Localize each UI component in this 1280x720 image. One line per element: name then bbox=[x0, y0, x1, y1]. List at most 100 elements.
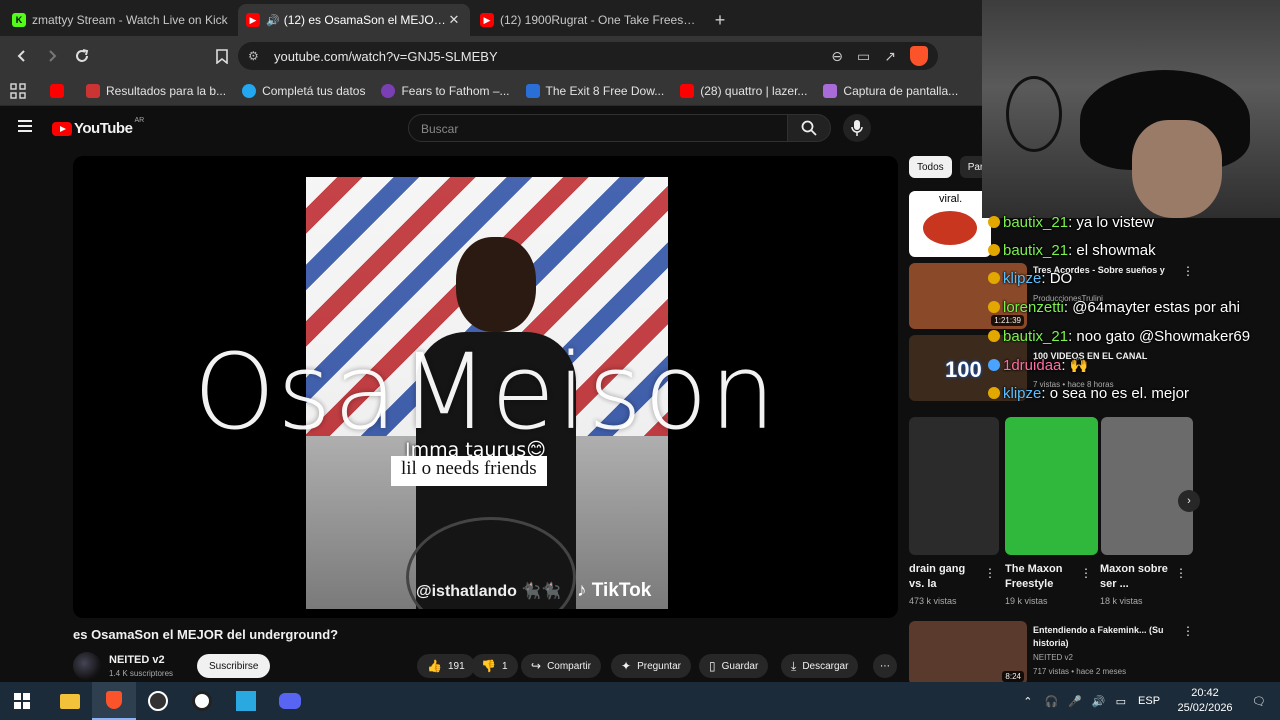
share-icon[interactable]: ↗ bbox=[884, 48, 896, 65]
sparkle-icon: ✦ bbox=[621, 659, 632, 673]
search-button[interactable] bbox=[787, 114, 831, 142]
short-title[interactable]: drain gang vs. la bbox=[909, 562, 979, 592]
bookmark-item[interactable]: Fears to Fathom –... bbox=[381, 83, 510, 98]
sub-badge-icon bbox=[988, 359, 1000, 371]
thumbs-up-icon: 👍 bbox=[427, 659, 442, 673]
suggestion-title[interactable]: Entendiendo a Fakemink... (Su historia) bbox=[1033, 624, 1173, 650]
bookmark-item[interactable]: Captura de pantalla... bbox=[823, 83, 958, 98]
language-indicator[interactable]: ESP bbox=[1138, 695, 1160, 707]
more-actions-button[interactable]: ⋯ bbox=[873, 654, 897, 678]
more-icon: ⋯ bbox=[880, 660, 890, 672]
brave-button[interactable] bbox=[92, 682, 136, 720]
start-button[interactable] bbox=[0, 682, 44, 720]
chat-message: bautix_21: noo gato @Showmaker69 bbox=[988, 328, 1250, 345]
voice-search-button[interactable] bbox=[843, 114, 871, 142]
mic-icon[interactable]: 🎤 bbox=[1068, 695, 1082, 708]
more-icon[interactable]: ⋮ bbox=[984, 566, 996, 580]
subscribe-button[interactable]: Suscribirse bbox=[197, 654, 271, 678]
short-thumbnail[interactable] bbox=[909, 417, 999, 555]
tab-youtube-active[interactable]: ▶ 🔊 (12) es OsamaSon el MEJOR del underg… bbox=[238, 4, 470, 36]
more-icon[interactable]: ⋮ bbox=[1175, 566, 1187, 580]
bookmark-item[interactable]: Resultados para la b... bbox=[86, 83, 226, 98]
filter-chips: Todos Par bbox=[909, 156, 992, 178]
avatar[interactable] bbox=[73, 652, 101, 680]
short-views: 18 k vistas bbox=[1100, 596, 1143, 606]
volume-icon[interactable]: 🔊 bbox=[1092, 695, 1106, 708]
more-icon[interactable]: ⋮ bbox=[1182, 624, 1194, 638]
reload-button[interactable] bbox=[68, 42, 96, 70]
download-button[interactable]: ⤓ Descargar bbox=[781, 654, 859, 678]
network-icon[interactable]: ▭ bbox=[1116, 695, 1126, 708]
bookmark-item[interactable] bbox=[50, 83, 70, 98]
short-thumbnail[interactable] bbox=[1101, 417, 1193, 555]
google-icon bbox=[86, 83, 100, 98]
clock-date: 25/02/2026 bbox=[1177, 702, 1233, 714]
share-button[interactable]: ↪ Compartir bbox=[521, 654, 601, 678]
tab-strip: K zmattyy Stream - Watch Live on Kick ▶ … bbox=[0, 0, 982, 36]
bookmark-item[interactable]: The Exit 8 Free Dow... bbox=[525, 83, 664, 98]
new-tab-button[interactable]: + bbox=[706, 4, 734, 36]
short-thumbnail[interactable] bbox=[1005, 417, 1098, 555]
search-icon bbox=[801, 120, 817, 136]
more-icon[interactable]: ⋮ bbox=[1080, 566, 1092, 580]
menu-icon[interactable] bbox=[18, 120, 32, 132]
download-site-icon bbox=[525, 83, 540, 98]
tiktok-icon: ♪ bbox=[577, 580, 592, 601]
youtube-icon bbox=[680, 83, 695, 98]
like-button[interactable]: 👍 191 bbox=[417, 654, 475, 678]
headset-icon[interactable]: 🎧 bbox=[1045, 695, 1059, 708]
address-bar[interactable]: ⚙ youtube.com/watch?v=GNJ5-SLMEBY ⊖ ▭ ↗ bbox=[238, 42, 938, 70]
short-views: 473 k vistas bbox=[909, 596, 957, 606]
site-settings-icon[interactable]: ⚙ bbox=[248, 49, 274, 63]
bookmarks-bar: Resultados para la b... Completá tus dat… bbox=[0, 76, 982, 106]
obs-icon bbox=[148, 691, 168, 711]
tab-youtube[interactable]: ▶ (12) 1900Rugrat - One Take Freestyle bbox=[472, 4, 704, 36]
bookmark-item[interactable]: Completá tus datos bbox=[242, 83, 365, 98]
chip-all[interactable]: Todos bbox=[909, 156, 952, 178]
youtube-logo[interactable]: YouTube AR bbox=[52, 117, 144, 137]
zoom-icon[interactable]: ⊖ bbox=[831, 48, 843, 65]
system-clock[interactable]: 20:42 25/02/2026 bbox=[1168, 686, 1242, 716]
file-explorer-button[interactable] bbox=[48, 682, 92, 720]
cake-shape bbox=[923, 211, 977, 245]
short-title[interactable]: The Maxon Freestyle bbox=[1005, 562, 1075, 592]
back-button[interactable] bbox=[8, 42, 36, 70]
bookmark-item[interactable]: (28) quattro | lazer... bbox=[680, 83, 807, 98]
suggestion-channel: NEITED v2 bbox=[1033, 653, 1074, 662]
forward-button[interactable] bbox=[38, 42, 66, 70]
obs-button[interactable] bbox=[136, 682, 180, 720]
speaker-icon[interactable]: 🔊 bbox=[266, 14, 280, 27]
feather-icon bbox=[823, 83, 838, 98]
cast-icon[interactable]: ▭ bbox=[857, 48, 870, 65]
sub-badge-icon bbox=[988, 216, 1000, 228]
bookmark-icon[interactable] bbox=[208, 42, 236, 70]
tab-title: zmattyy Stream - Watch Live on Kick bbox=[32, 13, 228, 27]
bookmark-icon: ▯ bbox=[709, 659, 716, 673]
app-button[interactable] bbox=[224, 682, 268, 720]
dislike-button[interactable]: 👎 1 bbox=[471, 654, 518, 678]
youtube-header: YouTube AR Buscar bbox=[0, 106, 982, 150]
circle-icon bbox=[242, 83, 257, 98]
channel-name[interactable]: NEITED v2 bbox=[109, 654, 165, 666]
close-tab-icon[interactable]: ✕ bbox=[446, 12, 462, 28]
brave-shield-icon[interactable] bbox=[910, 46, 928, 66]
ask-button[interactable]: ✦ Preguntar bbox=[611, 654, 691, 678]
notification-icon[interactable]: 🗨 bbox=[1252, 695, 1266, 708]
suggestion-thumbnail[interactable]: 8:24 bbox=[909, 621, 1027, 685]
video-duration: 8:24 bbox=[1002, 671, 1024, 682]
short-title[interactable]: Maxon sobre ser ... bbox=[1100, 562, 1172, 592]
tab-kick[interactable]: K zmattyy Stream - Watch Live on Kick bbox=[4, 4, 236, 36]
search-input[interactable]: Buscar bbox=[408, 114, 788, 142]
video-player[interactable]: OsaMeison Imma taurus😊 lil o needs frien… bbox=[73, 156, 898, 618]
discord-button[interactable] bbox=[268, 682, 312, 720]
short-views: 19 k vistas bbox=[1005, 596, 1048, 606]
chevron-up-icon[interactable]: ⌃ bbox=[1023, 695, 1032, 708]
chat-message: 1druidaa: 🙌 bbox=[988, 356, 1088, 374]
save-button[interactable]: ▯ Guardar bbox=[699, 654, 769, 678]
clock-app-button[interactable] bbox=[180, 682, 224, 720]
suggestion-thumbnail[interactable]: viral. bbox=[909, 191, 991, 257]
chat-message: klipze: DO bbox=[988, 270, 1072, 287]
carousel-next-button[interactable]: › bbox=[1178, 490, 1200, 512]
apps-grid-icon[interactable] bbox=[10, 82, 26, 99]
video-caption-box: lil o needs friends bbox=[391, 456, 547, 486]
